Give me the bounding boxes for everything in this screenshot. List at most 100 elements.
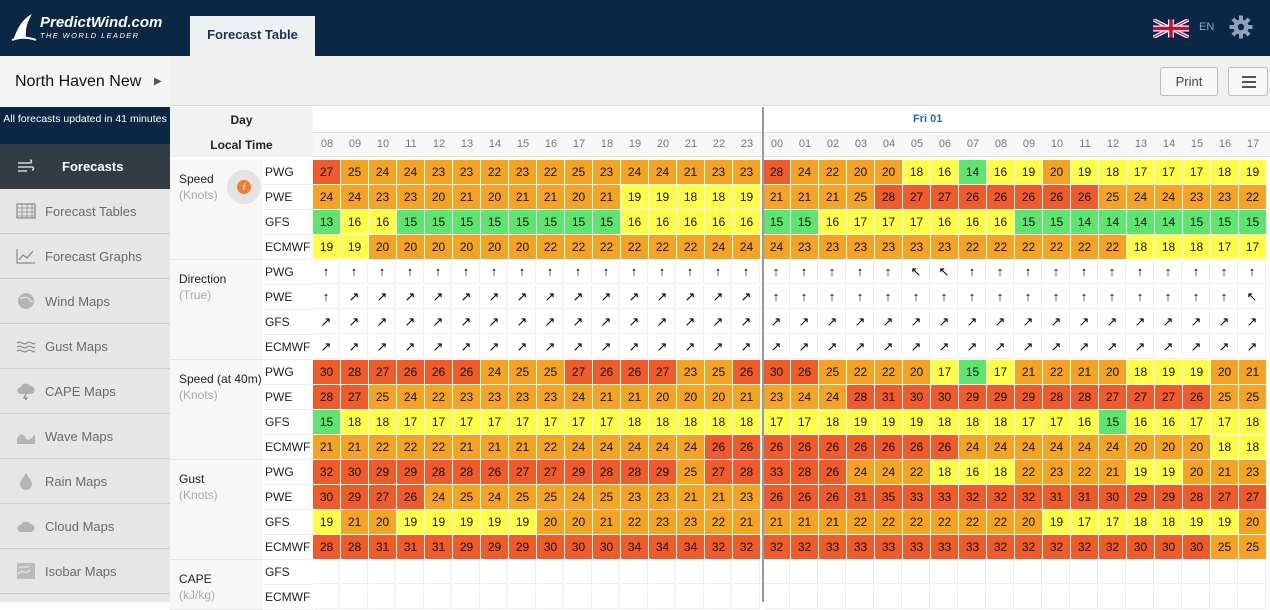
value-cell: 17 [1127,160,1154,184]
hour-label: 14 [488,138,502,150]
value-cell: 27 [903,185,930,209]
isobar-icon [17,563,35,579]
sidebar-item-forecast-tables[interactable]: Forecast Tables [0,189,170,234]
value-cell: 15 [959,360,986,384]
sidebar-item-forecast-graphs[interactable]: Forecast Graphs [0,234,170,279]
sidebar-item-cape-maps[interactable]: CAPE Maps [0,369,170,414]
value-cell: 18 [649,410,676,434]
empty-cell [733,560,760,584]
direction-arrow-icon: ↗ [537,335,564,359]
logo-title: PredictWind.com [40,14,163,31]
direction-arrow-icon: ↗ [369,310,396,334]
direction-arrow-icon: ↑ [847,285,874,309]
value-cell: 17 [1043,410,1070,434]
uk-flag-icon[interactable] [1153,19,1189,38]
direction-arrow-icon: ↗ [509,335,536,359]
value-cell: 26 [763,485,790,509]
sidebar-item-label: Forecasts [62,159,124,174]
value-cell: 26 [847,435,874,459]
gear-icon[interactable] [1229,15,1253,39]
language-label[interactable]: EN [1199,21,1214,33]
value-cell: 33 [931,485,958,509]
direction-arrow-icon: ↑ [1099,285,1126,309]
top-bar: PredictWind.com THE WORLD LEADER Forecas… [0,0,1270,56]
sidebar-item-wave-maps[interactable]: Wave Maps [0,414,170,459]
direction-arrow-icon: ↗ [1211,335,1238,359]
value-cell: 32 [791,535,818,559]
value-cell: 25 [1239,535,1266,559]
value-cell: 19 [1043,510,1070,534]
empty-cell [621,560,648,584]
value-cell: 26 [1183,385,1210,409]
value-cell: 20 [1015,510,1042,534]
sidebar-item-rain-maps[interactable]: Rain Maps [0,459,170,504]
sidebar-item-forecasts[interactable]: Forecasts [0,144,170,189]
direction-arrow-icon: ↗ [397,335,424,359]
menu-button[interactable] [1228,67,1268,96]
sidebar-item-wind-maps[interactable]: Wind Maps [0,279,170,324]
direction-arrow-icon: ↗ [565,335,592,359]
value-cell: 22 [903,510,930,534]
value-cell: 21 [791,510,818,534]
value-cell: 30 [763,360,790,384]
model-label: ECMWF [263,335,313,360]
direction-arrow-icon: ↑ [621,260,648,284]
value-cell: 24 [313,185,340,209]
empty-cell [1127,560,1154,584]
toolbar: Print [170,56,1270,106]
value-cell: 18 [931,410,958,434]
print-button[interactable]: Print [1160,67,1218,96]
value-cell: 23 [621,485,648,509]
value-cell: 25 [565,160,592,184]
empty-cell [677,585,704,609]
direction-arrow-icon: ↗ [453,335,480,359]
sidebar-item-gust-maps[interactable]: Gust Maps [0,324,170,369]
value-cell: 33 [959,535,986,559]
value-cell: 33 [903,485,930,509]
value-cell: 33 [819,535,846,559]
value-cell: 22 [1015,235,1042,259]
hour-label: 03 [854,138,868,150]
sidebar-item-isobar-maps[interactable]: Isobar Maps [0,549,170,594]
value-cell: 21 [453,435,480,459]
value-cell: 18 [819,410,846,434]
value-cell: 22 [1071,235,1098,259]
model-label: GFS [263,310,313,335]
direction-arrow-icon: ↑ [931,285,958,309]
direction-arrow-icon: ↗ [313,335,340,359]
value-cell: 26 [931,435,958,459]
direction-arrow-icon: ↗ [1043,310,1070,334]
value-cell: 24 [791,385,818,409]
value-cell: 17 [931,360,958,384]
value-cell: 29 [959,385,986,409]
model-label: ECMWF [263,535,313,560]
model-label: PWE [263,385,313,410]
value-cell: 24 [1155,185,1182,209]
group-cape: CAPE (kJ/kg) [170,560,263,610]
value-cell: 14 [1071,210,1098,234]
empty-cell [565,560,592,584]
value-cell: 22 [537,435,564,459]
tab-forecast-table[interactable]: Forecast Table [190,16,315,56]
value-cell: 17 [509,410,536,434]
direction-arrow-icon: ↗ [481,285,508,309]
value-cell: 28 [763,160,790,184]
empty-cell [1071,585,1098,609]
direction-arrow-icon: ↗ [763,335,790,359]
value-cell: 16 [959,460,986,484]
hour-label: 05 [910,138,924,150]
value-cell: 25 [509,360,536,384]
info-button[interactable]: i [227,170,261,204]
sidebar-item-cloud-maps[interactable]: Cloud Maps [0,504,170,549]
group-speed-at-40m-: Speed (at 40m) (Knots) [170,360,263,460]
direction-arrow-icon: ↗ [509,285,536,309]
predictwind-logo[interactable]: PredictWind.com THE WORLD LEADER [10,12,163,44]
direction-arrow-icon: ↑ [649,260,676,284]
value-cell: 23 [537,385,564,409]
location-selector[interactable]: North Haven New ▶ [0,56,170,107]
value-cell: 24 [1127,185,1154,209]
value-cell: 31 [1043,485,1070,509]
hour-label: 09 [1022,138,1036,150]
value-cell: 16 [1071,410,1098,434]
direction-arrow-icon: ↑ [705,260,732,284]
